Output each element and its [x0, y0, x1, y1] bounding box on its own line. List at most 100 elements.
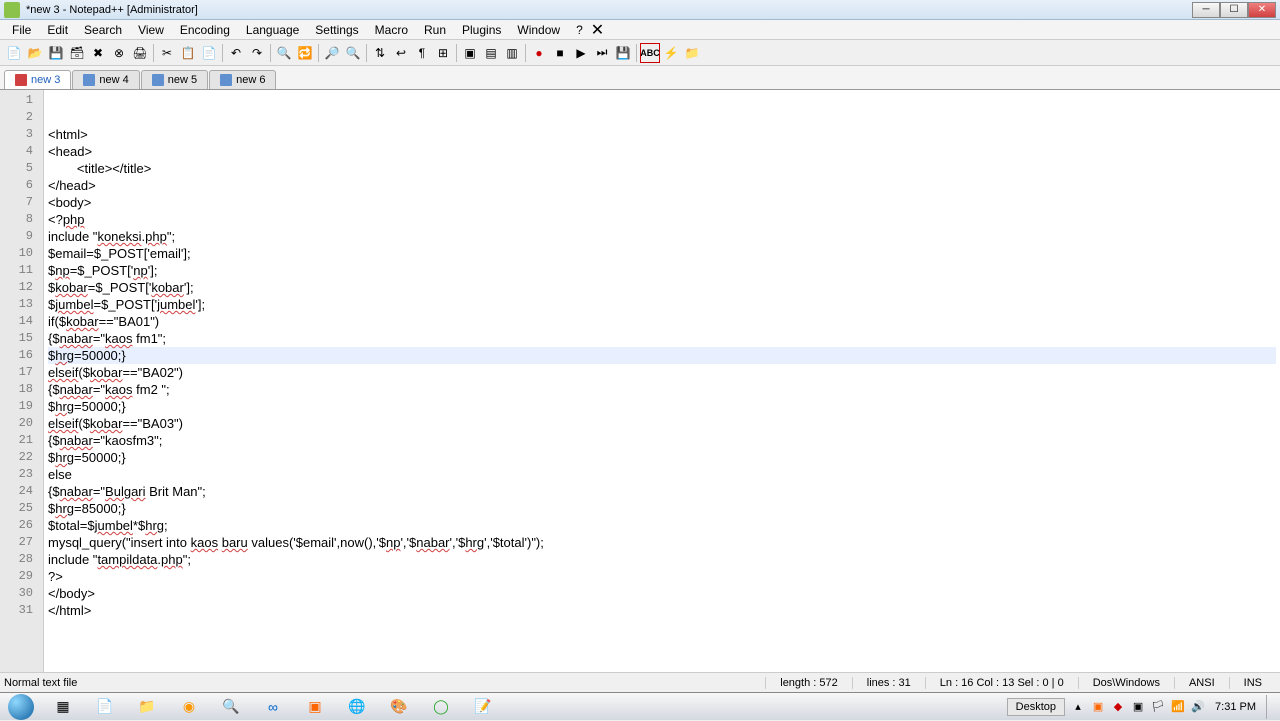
tab-label: new 5	[168, 74, 197, 86]
save-icon[interactable]: 💾	[46, 43, 66, 63]
replace-icon[interactable]: 🔁	[295, 43, 315, 63]
tab-new-3[interactable]: new 3	[4, 70, 71, 89]
undo-icon[interactable]: ↶	[226, 43, 246, 63]
taskbar-app[interactable]: ∞	[253, 695, 293, 719]
menu-file[interactable]: File	[4, 21, 39, 39]
play-multi-icon[interactable]: ⏭	[592, 43, 612, 63]
menu-macro[interactable]: Macro	[367, 21, 416, 39]
play-macro-icon[interactable]: ▶	[571, 43, 591, 63]
copy-icon[interactable]: 📋	[178, 43, 198, 63]
tab-label: new 4	[99, 74, 128, 86]
unfold-icon[interactable]: ▤	[481, 43, 501, 63]
save-macro-icon[interactable]: 💾	[613, 43, 633, 63]
tray-volume-icon[interactable]: 🔊	[1191, 700, 1205, 714]
stop-macro-icon[interactable]: ■	[550, 43, 570, 63]
print-icon[interactable]: 🖨	[130, 43, 150, 63]
menu-language[interactable]: Language	[238, 21, 307, 39]
separator	[222, 44, 223, 62]
taskbar-explorer[interactable]: 📄	[85, 695, 125, 719]
tray-flag-icon[interactable]: 🏳	[1151, 700, 1165, 714]
open-file-icon[interactable]: 📂	[25, 43, 45, 63]
menu-encoding[interactable]: Encoding	[172, 21, 238, 39]
find-icon[interactable]: 🔍	[274, 43, 294, 63]
separator	[318, 44, 319, 62]
status-file-type: Normal text file	[4, 677, 765, 689]
menu-help[interactable]: ?	[568, 21, 591, 39]
code-area[interactable]: <html><head> <title></title></head><body…	[44, 90, 1280, 676]
taskbar-chrome[interactable]: 🌐	[337, 695, 377, 719]
taskbar-app2[interactable]: ◯	[421, 695, 461, 719]
tray-app-icon[interactable]: ▣	[1091, 700, 1105, 714]
tab-icon	[152, 74, 164, 86]
explorer-icon[interactable]: 📁	[682, 43, 702, 63]
separator	[153, 44, 154, 62]
close-button[interactable]: ✕	[1248, 2, 1276, 18]
spellcheck-icon[interactable]: ABC	[640, 43, 660, 63]
tray-app-icon[interactable]: ◆	[1111, 700, 1125, 714]
show-desktop-button[interactable]: Desktop	[1007, 698, 1065, 716]
close-file-icon[interactable]: ✖	[88, 43, 108, 63]
line-number-gutter: 1234567891011121314151617181920212223242…	[0, 90, 44, 676]
status-position: Ln : 16 Col : 13 Sel : 0 | 0	[925, 677, 1078, 689]
app-icon	[4, 2, 20, 18]
close-all-icon[interactable]: ⊗	[109, 43, 129, 63]
separator	[366, 44, 367, 62]
taskbar-folder[interactable]: 📁	[127, 695, 167, 719]
minimize-button[interactable]: ─	[1192, 2, 1220, 18]
windows-taskbar: ▦ 📄 📁 ◉ 🔍 ∞ ▣ 🌐 🎨 ◯ 📝 Desktop ▴ ▣ ◆ ▣ 🏳 …	[0, 692, 1280, 720]
indent-guide-icon[interactable]: ⊞	[433, 43, 453, 63]
menu-bar: File Edit Search View Encoding Language …	[0, 20, 1280, 40]
window-title: *new 3 - Notepad++ [Administrator]	[26, 4, 1192, 16]
sync-scroll-icon[interactable]: ⇅	[370, 43, 390, 63]
taskbar-media[interactable]: ◉	[169, 695, 209, 719]
record-macro-icon[interactable]: ●	[529, 43, 549, 63]
status-bar: Normal text file length : 572 lines : 31…	[0, 672, 1280, 692]
status-lines: lines : 31	[852, 677, 925, 689]
menu-view[interactable]: View	[130, 21, 172, 39]
tray-network-icon[interactable]: 📶	[1171, 700, 1185, 714]
tray-chevron-icon[interactable]: ▴	[1071, 700, 1085, 714]
tab-bar: new 3 new 4 new 5 new 6	[0, 66, 1280, 90]
tab-new-5[interactable]: new 5	[141, 70, 208, 89]
compare-icon[interactable]: ⚡	[661, 43, 681, 63]
separator	[270, 44, 271, 62]
menu-edit[interactable]: Edit	[39, 21, 76, 39]
tab-label: new 6	[236, 74, 265, 86]
cut-icon[interactable]: ✂	[157, 43, 177, 63]
separator	[636, 44, 637, 62]
tab-new-4[interactable]: new 4	[72, 70, 139, 89]
zoom-in-icon[interactable]: 🔎	[322, 43, 342, 63]
start-button[interactable]	[0, 693, 42, 721]
menu-window[interactable]: Window	[509, 21, 568, 39]
fold-icon[interactable]: ▣	[460, 43, 480, 63]
show-chars-icon[interactable]: ¶	[412, 43, 432, 63]
separator	[525, 44, 526, 62]
taskbar-notepad[interactable]: 📝	[463, 695, 503, 719]
menu-run[interactable]: Run	[416, 21, 454, 39]
wordwrap-icon[interactable]: ↩	[391, 43, 411, 63]
toolbar: 📄 📂 💾 🗃 ✖ ⊗ 🖨 ✂ 📋 📄 ↶ ↷ 🔍 🔁 🔎 🔍 ⇅ ↩ ¶ ⊞ …	[0, 40, 1280, 66]
editor[interactable]: 1234567891011121314151617181920212223242…	[0, 90, 1280, 676]
taskbar-clock[interactable]: 7:31 PM	[1211, 701, 1260, 713]
hide-lines-icon[interactable]: ▥	[502, 43, 522, 63]
inner-close-icon[interactable]: ✕	[591, 20, 604, 40]
menu-plugins[interactable]: Plugins	[454, 21, 509, 39]
paste-icon[interactable]: 📄	[199, 43, 219, 63]
tab-new-6[interactable]: new 6	[209, 70, 276, 89]
menu-search[interactable]: Search	[76, 21, 130, 39]
tab-label: new 3	[31, 74, 60, 86]
maximize-button[interactable]: ☐	[1220, 2, 1248, 18]
save-all-icon[interactable]: 🗃	[67, 43, 87, 63]
menu-settings[interactable]: Settings	[307, 21, 366, 39]
show-desktop-edge[interactable]	[1266, 695, 1274, 719]
zoom-out-icon[interactable]: 🔍	[343, 43, 363, 63]
taskbar-xampp[interactable]: ▣	[295, 695, 335, 719]
new-file-icon[interactable]: 📄	[4, 43, 24, 63]
taskbar-magnifier[interactable]: 🔍	[211, 695, 251, 719]
status-length: length : 572	[765, 677, 852, 689]
taskbar-item[interactable]: ▦	[43, 695, 83, 719]
window-controls: ─ ☐ ✕	[1192, 2, 1276, 18]
taskbar-paint[interactable]: 🎨	[379, 695, 419, 719]
tray-app-icon[interactable]: ▣	[1131, 700, 1145, 714]
redo-icon[interactable]: ↷	[247, 43, 267, 63]
